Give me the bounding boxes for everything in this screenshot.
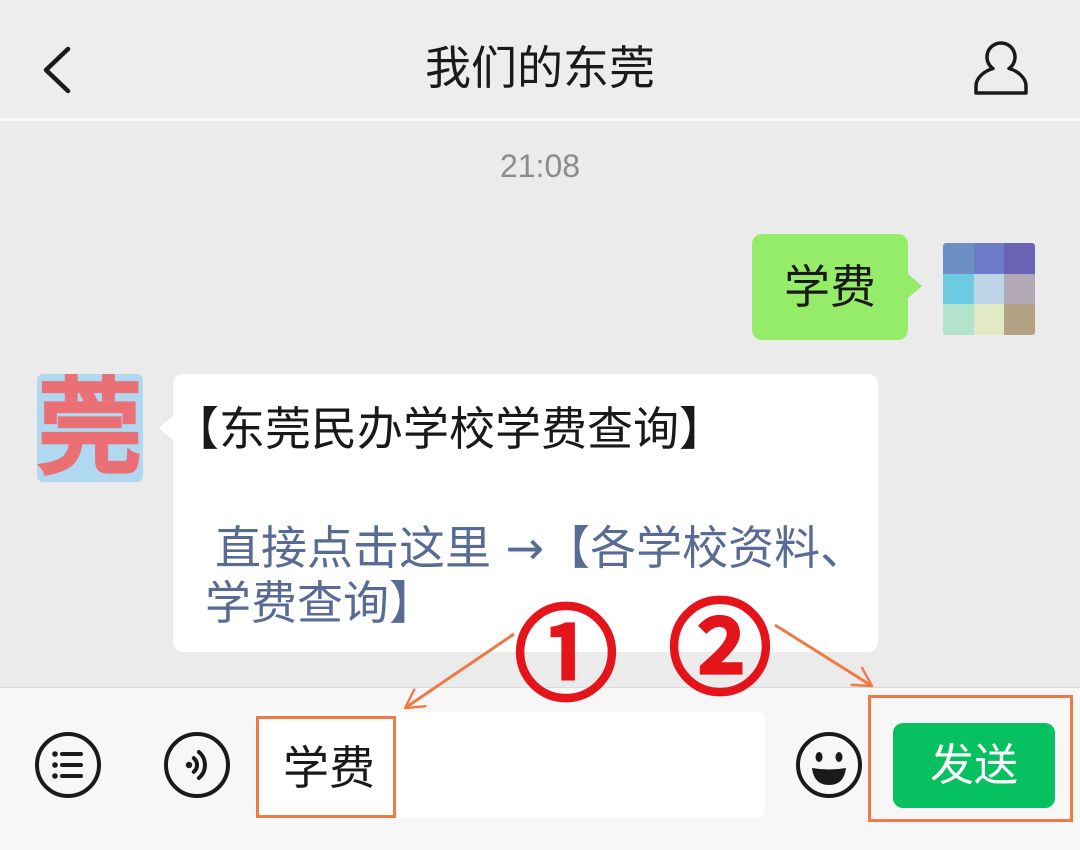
step-1-marker: ① (514, 599, 618, 713)
chat-header: 我们的东莞 (0, 0, 1080, 121)
official-account-avatar[interactable]: 莞 (37, 374, 143, 482)
chat-title: 我们的东莞 (425, 41, 655, 95)
avatar-tile (973, 304, 1005, 335)
step-2-marker: ② (668, 593, 772, 707)
avatar-tile (973, 273, 1005, 305)
avatar-tile (943, 273, 974, 305)
voice-icon-graphic (164, 732, 230, 798)
send-highlight-box (868, 695, 1073, 822)
emoji-icon-graphic (796, 732, 862, 798)
sent-message-text: 学费 (784, 260, 876, 314)
sent-message-bubble: 学费 (752, 234, 922, 340)
message-title: 【东莞民办学校学费查询】 (173, 402, 725, 456)
person-icon[interactable] (970, 38, 1032, 98)
list-icon[interactable] (33, 730, 103, 800)
avatar-tile (943, 243, 974, 274)
list-icon-graphic (35, 732, 101, 798)
avatar-tile (1004, 243, 1035, 274)
message-link-line[interactable]: 学费查询】 (205, 575, 435, 632)
avatar-logo-glyph: 莞 (37, 374, 143, 482)
message-link-line[interactable]: 直接点击这里 →【各学校资料、 (215, 520, 866, 577)
my-avatar[interactable] (943, 243, 1035, 335)
input-highlight-box (256, 716, 396, 818)
emoji-icon[interactable] (794, 730, 864, 800)
avatar-tile (943, 304, 974, 335)
voice-icon[interactable] (162, 730, 232, 800)
avatar-tile (1004, 304, 1035, 335)
person-icon-graphic (974, 41, 1028, 95)
avatar-tile (973, 243, 1005, 274)
message-timestamp: 21:08 (499, 148, 581, 184)
avatar-tile (1004, 273, 1035, 305)
